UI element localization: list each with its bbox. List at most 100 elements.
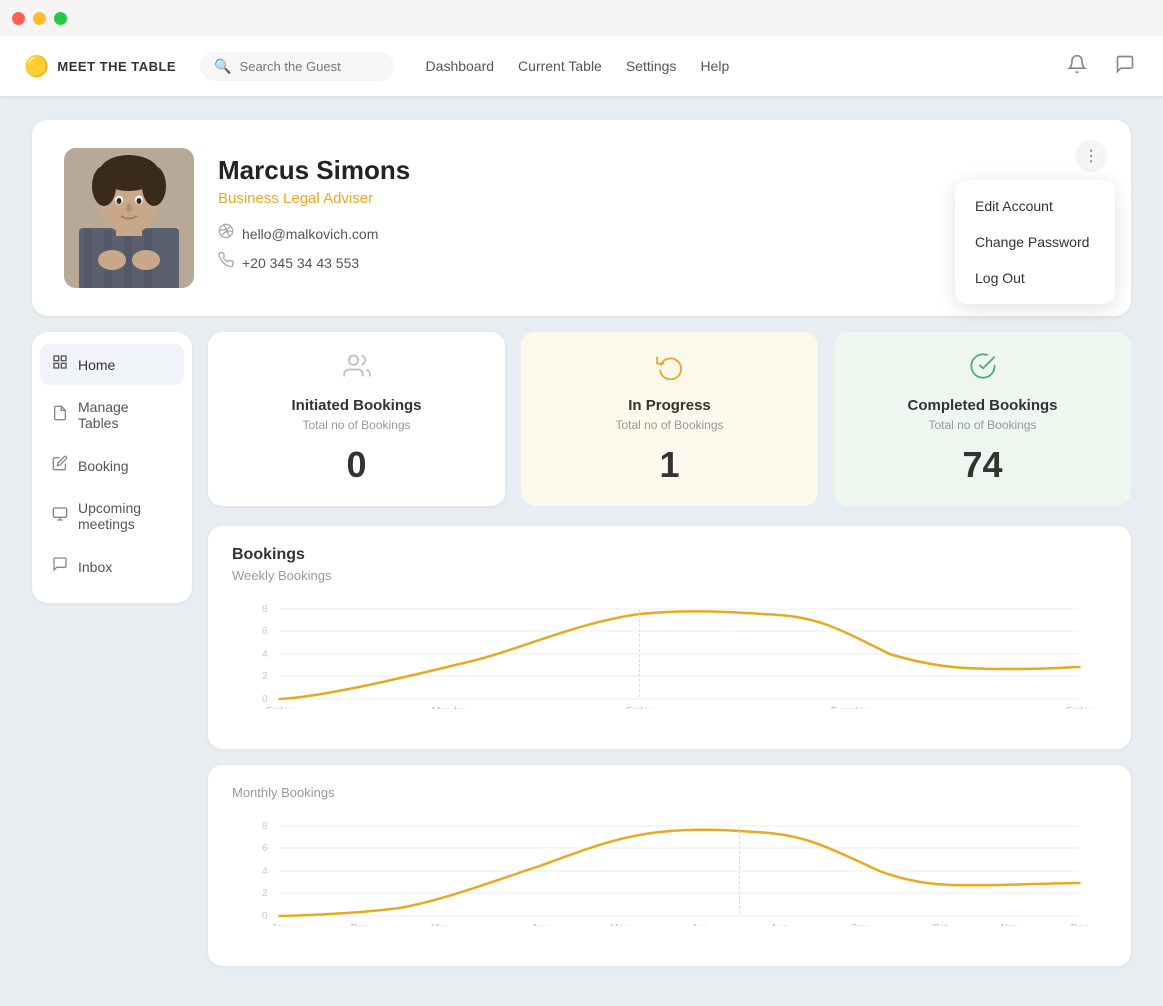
- logo-text: MEET THE TABLE: [57, 59, 176, 74]
- search-input[interactable]: [240, 59, 380, 74]
- nav-link-dashboard[interactable]: Dashboard: [426, 58, 495, 74]
- logo-icon: 🟡: [24, 54, 49, 79]
- svg-text:May: May: [610, 923, 629, 926]
- svg-text:2: 2: [262, 671, 268, 682]
- completed-bookings-sublabel: Total no of Bookings: [928, 418, 1036, 432]
- completed-bookings-label: Completed Bookings: [907, 397, 1057, 414]
- nav-right: [1063, 50, 1139, 83]
- in-progress-icon: [656, 352, 684, 387]
- search-icon: 🔍: [214, 58, 231, 75]
- sidebar-label-manage-tables: Manage Tables: [78, 399, 172, 431]
- avatar: [64, 148, 194, 288]
- email-icon: [218, 223, 234, 244]
- bookings-section: Bookings Weekly Bookings 8 6 4: [208, 526, 1131, 749]
- close-button[interactable]: [12, 12, 25, 25]
- svg-text:Nov: Nov: [1001, 923, 1019, 926]
- weekly-chart-container: 8 6 4 2 0 Friday Monday Friday Tuesday: [232, 599, 1107, 729]
- stat-in-progress: In Progress Total no of Bookings 1: [521, 332, 818, 506]
- dashboard-main: Initiated Bookings Total no of Bookings …: [208, 332, 1131, 982]
- inbox-icon: [52, 556, 68, 577]
- svg-text:Friday: Friday: [1066, 706, 1094, 709]
- notification-button[interactable]: [1063, 50, 1091, 83]
- stat-completed-bookings: Completed Bookings Total no of Bookings …: [834, 332, 1131, 506]
- logo: 🟡 MEET THE TABLE: [24, 54, 176, 79]
- nav-link-help[interactable]: Help: [700, 58, 729, 74]
- in-progress-label: In Progress: [628, 397, 711, 414]
- monthly-chart-container: 8 6 4 2 0 Jan Dec Mar Apr M: [232, 816, 1107, 946]
- svg-text:Jun: Jun: [691, 923, 707, 926]
- svg-text:6: 6: [262, 843, 268, 854]
- phone-text: +20 345 34 43 553: [242, 255, 359, 271]
- home-icon: [52, 354, 68, 375]
- initiated-bookings-value: 0: [346, 444, 366, 486]
- svg-text:Apr: Apr: [532, 923, 548, 926]
- completed-bookings-value: 74: [962, 444, 1002, 486]
- main-content: Marcus Simons Business Legal Adviser hel…: [0, 96, 1163, 1006]
- dropdown-item-edit-account[interactable]: Edit Account: [955, 188, 1115, 224]
- svg-text:0: 0: [262, 911, 268, 922]
- svg-text:Aug: Aug: [771, 923, 789, 926]
- svg-text:6: 6: [262, 626, 268, 637]
- sidebar: Home Manage Tables Booki: [32, 332, 192, 603]
- svg-text:Sep: Sep: [851, 923, 869, 926]
- monthly-chart-title: Monthly Bookings: [232, 785, 1107, 800]
- svg-text:2: 2: [262, 888, 268, 899]
- weekly-chart-svg: 8 6 4 2 0 Friday Monday Friday Tuesday: [232, 599, 1107, 709]
- in-progress-value: 1: [659, 444, 679, 486]
- sidebar-label-home: Home: [78, 357, 115, 373]
- svg-text:Friday: Friday: [626, 706, 654, 709]
- svg-text:4: 4: [262, 649, 268, 660]
- sidebar-item-home[interactable]: Home: [40, 344, 184, 385]
- in-progress-sublabel: Total no of Bookings: [615, 418, 723, 432]
- maximize-button[interactable]: [54, 12, 67, 25]
- minimize-button[interactable]: [33, 12, 46, 25]
- email-text: hello@malkovich.com: [242, 226, 378, 242]
- navbar: 🟡 MEET THE TABLE 🔍 Dashboard Current Tab…: [0, 36, 1163, 96]
- svg-text:Oct: Oct: [932, 923, 948, 926]
- profile-card: Marcus Simons Business Legal Adviser hel…: [32, 120, 1131, 316]
- sidebar-item-booking[interactable]: Booking: [40, 445, 184, 486]
- sidebar-item-upcoming-meetings[interactable]: Upcoming meetings: [40, 490, 184, 542]
- sidebar-item-manage-tables[interactable]: Manage Tables: [40, 389, 184, 441]
- dropdown-item-change-password[interactable]: Change Password: [955, 224, 1115, 260]
- titlebar: [0, 0, 1163, 36]
- svg-text:8: 8: [262, 821, 268, 832]
- dropdown-item-log-out[interactable]: Log Out: [955, 260, 1115, 296]
- svg-text:Dec: Dec: [351, 923, 369, 926]
- svg-text:Tuesday: Tuesday: [831, 706, 869, 709]
- sidebar-item-inbox[interactable]: Inbox: [40, 546, 184, 587]
- bookings-title: Bookings: [232, 546, 1107, 564]
- stats-row: Initiated Bookings Total no of Bookings …: [208, 332, 1131, 506]
- initiated-bookings-label: Initiated Bookings: [291, 397, 421, 414]
- monthly-section: Monthly Bookings 8 6 4 2 0: [208, 765, 1131, 966]
- svg-text:8: 8: [262, 604, 268, 615]
- nav-link-settings[interactable]: Settings: [626, 58, 677, 74]
- booking-icon: [52, 455, 68, 476]
- svg-text:4: 4: [262, 866, 268, 877]
- manage-tables-icon: [52, 405, 68, 426]
- nav-link-current-table[interactable]: Current Table: [518, 58, 602, 74]
- upcoming-meetings-icon: [52, 506, 68, 527]
- monthly-chart-svg: 8 6 4 2 0 Jan Dec Mar Apr M: [232, 816, 1107, 926]
- sidebar-label-booking: Booking: [78, 458, 129, 474]
- stat-initiated-bookings: Initiated Bookings Total no of Bookings …: [208, 332, 505, 506]
- search-bar[interactable]: 🔍: [200, 52, 393, 81]
- svg-text:Monday: Monday: [432, 706, 468, 709]
- completed-bookings-icon: [969, 352, 997, 387]
- more-button[interactable]: [1075, 140, 1107, 172]
- messages-button[interactable]: [1111, 50, 1139, 83]
- dropdown-menu: Edit Account Change Password Log Out: [955, 180, 1115, 304]
- initiated-bookings-sublabel: Total no of Bookings: [302, 418, 410, 432]
- weekly-chart-title: Weekly Bookings: [232, 568, 1107, 583]
- svg-text:Mar: Mar: [431, 923, 449, 926]
- sidebar-label-upcoming-meetings: Upcoming meetings: [78, 500, 172, 532]
- dashboard-area: Home Manage Tables Booki: [32, 332, 1131, 982]
- nav-links: Dashboard Current Table Settings Help: [426, 58, 730, 74]
- svg-text:Friday: Friday: [266, 706, 294, 709]
- svg-text:0: 0: [262, 694, 268, 705]
- phone-icon: [218, 252, 234, 273]
- svg-text:Jan: Jan: [271, 923, 287, 926]
- sidebar-label-inbox: Inbox: [78, 559, 112, 575]
- svg-text:Dec: Dec: [1071, 923, 1089, 926]
- initiated-bookings-icon: [343, 352, 371, 387]
